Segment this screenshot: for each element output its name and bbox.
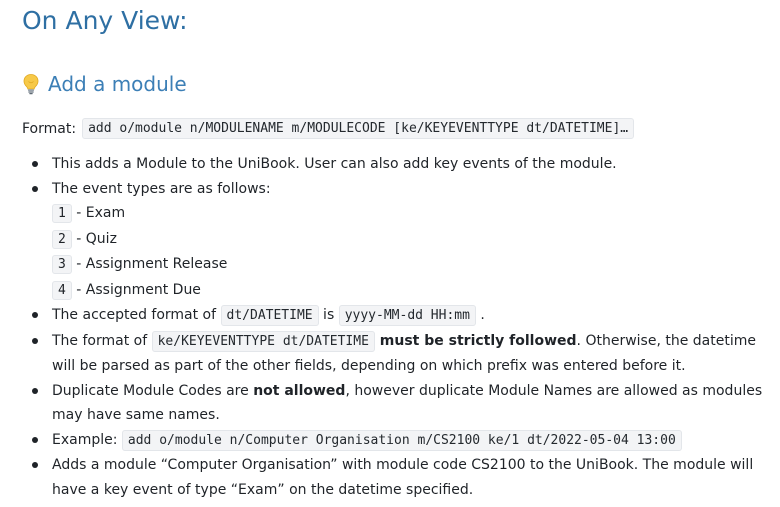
page-title: On Any View: [22,6,188,35]
format-code: add o/module n/MODULENAME m/MODULECODE [… [82,118,635,139]
event-type-label: - Quiz [71,230,117,247]
event-type-item: 3 - Assignment Release [52,252,767,278]
inline-code: yyyy-MM-dd HH:mm [338,305,476,326]
event-type-item: 4 - Assignment Due [52,278,767,304]
event-type-code: 2 [52,229,72,249]
event-type-code: 1 [52,204,72,223]
text-fragment: . [475,307,485,323]
bold-text: must be strictly followed [374,332,577,349]
list-item-text: The event types are as follows: [52,180,271,197]
list-item: Example: add o/module n/Computer Organis… [22,428,767,454]
bold-text: not allowed [253,382,346,399]
inline-code: dt/DATETIME [220,305,319,326]
list-item: The accepted format of dt/DATETIME is yy… [22,303,767,329]
section-heading: Add a module [22,72,187,96]
event-type-item: 2 - Quiz [52,227,767,253]
list-item: Adds a module “Computer Organisation” wi… [22,453,767,502]
lightbulb-icon [22,73,40,95]
list-item-text: Adds a module “Computer Organisation” wi… [52,457,754,498]
format-label: Format: [22,120,77,137]
event-type-list: 1 - Exam 2 - Quiz 3 - Assignment Release… [52,201,767,303]
text-fragment: Example: [52,431,122,448]
list-item: Duplicate Module Codes are not allowed, … [22,379,767,428]
event-type-code: 4 [52,280,72,300]
event-type-label: - Assignment Due [71,281,201,298]
list-item: The format of ke/KEYEVENTTYPE dt/DATETIM… [22,329,767,379]
format-line: Format: add o/module n/MODULENAME m/MODU… [22,118,635,139]
info-list: This adds a Module to the UniBook. User … [22,152,767,502]
section-title: Add a module [48,72,187,96]
event-type-label: - Assignment Release [71,256,228,272]
event-type-code: 3 [52,255,72,274]
inline-code: ke/KEYEVENTTYPE dt/DATETIME [151,330,375,352]
list-item-text: This adds a Module to the UniBook. User … [52,156,617,172]
document-page: On Any View: Add a module Format: add o/… [0,0,780,507]
list-item: This adds a Module to the UniBook. User … [22,152,767,177]
list-item: The event types are as follows: 1 - Exam… [22,177,767,304]
event-type-item: 1 - Exam [52,201,767,227]
text-fragment: Duplicate Module Codes are [52,382,254,399]
text-fragment: The format of [52,332,152,349]
text-fragment: The accepted format of [52,307,221,323]
text-fragment: is [318,307,339,323]
example-code: add o/module n/Computer Organisation m/C… [121,429,682,451]
event-type-label: - Exam [71,205,126,221]
